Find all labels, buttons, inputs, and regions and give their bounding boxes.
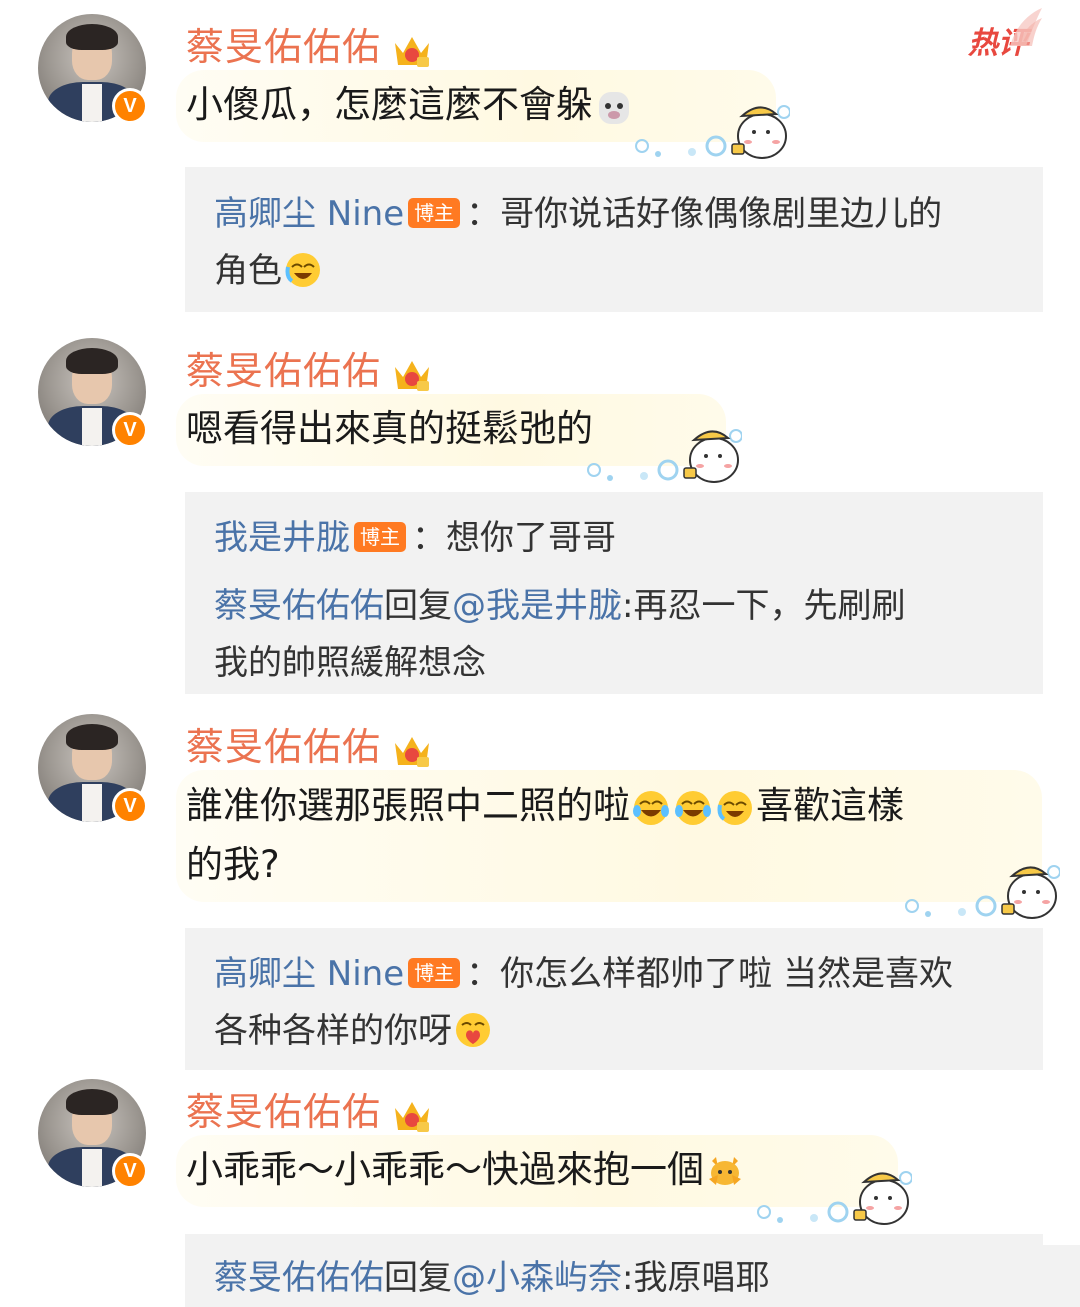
comment-text-line: 喜歡這樣 bbox=[756, 784, 904, 827]
verified-badge-icon: V bbox=[112, 412, 148, 448]
reply-author[interactable]: 高卿尘 Nine bbox=[214, 194, 404, 234]
reply-line: 高卿尘 Nine 博主 ：哥你说话好像偶像剧里边儿的 bbox=[214, 188, 942, 240]
reply-text: 我的帥照緩解想念 bbox=[214, 643, 486, 683]
crown-level-icon bbox=[391, 731, 433, 769]
tears-of-joy-emoji-icon bbox=[632, 786, 670, 825]
comment-username[interactable]: 蔡旻佑佑佑 bbox=[186, 16, 433, 71]
comment-username[interactable]: 蔡旻佑佑佑 bbox=[186, 1081, 433, 1136]
reply-text: ：哥你说话好像偶像剧里边儿的 bbox=[466, 194, 943, 234]
reply-text: ：想你了哥哥 bbox=[412, 518, 616, 558]
reply-text: :我原唱耶 bbox=[622, 1258, 770, 1298]
reply-word: 回复 bbox=[384, 1258, 452, 1298]
comment-text-line: 小傻瓜，怎麼這麼不會躲 bbox=[186, 83, 593, 126]
username-text[interactable]: 蔡旻佑佑佑 bbox=[186, 1090, 381, 1134]
reply-line: 角色 bbox=[214, 245, 324, 297]
username-text[interactable]: 蔡旻佑佑佑 bbox=[186, 349, 381, 393]
bubble-mascot-icon bbox=[905, 865, 1060, 919]
reply-author[interactable]: 高卿尘 Nine bbox=[214, 954, 404, 994]
verified-badge-icon: V bbox=[112, 1153, 148, 1189]
reply-line: 蔡旻佑佑佑回复@我是井胧:再忍一下，先刷刷 bbox=[214, 580, 905, 632]
comment-text-line: 小乖乖～小乖乖～快過來抱一個 bbox=[186, 1148, 704, 1191]
comment-username[interactable]: 蔡旻佑佑佑 bbox=[186, 340, 433, 395]
crown-level-icon bbox=[391, 355, 433, 393]
verified-badge-icon: V bbox=[112, 788, 148, 824]
reply-word: 回复 bbox=[384, 586, 452, 626]
laugh-cry-emoji-icon bbox=[716, 786, 754, 825]
username-text[interactable]: 蔡旻佑佑佑 bbox=[186, 25, 381, 69]
comment-username[interactable]: 蔡旻佑佑佑 bbox=[186, 716, 433, 771]
reply-text: :再忍一下，先刷刷 bbox=[622, 586, 906, 626]
blogger-badge: 博主 bbox=[408, 957, 461, 988]
reply-line: 蔡旻佑佑佑回复@小森屿奈:我原唱耶 bbox=[214, 1252, 769, 1304]
hot-decoration-icon bbox=[1010, 8, 1042, 46]
blur-overlay bbox=[820, 1245, 1080, 1307]
tears-of-joy-emoji-icon bbox=[674, 786, 712, 825]
crown-level-icon bbox=[391, 1096, 433, 1134]
reply-line: 我是井胧 博主 ：想你了哥哥 bbox=[214, 512, 616, 564]
reply-line: 我的帥照緩解想念 bbox=[214, 637, 486, 689]
comment-text-line: 誰准你選那張照中二照的啦 bbox=[186, 784, 630, 827]
reply-author[interactable]: 蔡旻佑佑佑 bbox=[214, 586, 384, 626]
laugh-cry-emoji-icon bbox=[284, 251, 322, 289]
heart-kiss-emoji-icon bbox=[454, 1011, 492, 1049]
username-text[interactable]: 蔡旻佑佑佑 bbox=[186, 725, 381, 769]
comment-text: 嗯看得出來真的挺鬆弛的 bbox=[186, 400, 593, 458]
mention-link[interactable]: @我是井胧 bbox=[452, 586, 622, 626]
comment-text: 的我? bbox=[186, 836, 280, 894]
comment-text-line: 的我? bbox=[186, 843, 280, 886]
comment-text: 小傻瓜，怎麼這麼不會躲 bbox=[186, 76, 635, 134]
bubble-mascot-icon bbox=[635, 105, 790, 159]
reply-line: 高卿尘 Nine 博主 ：你怎么样都帅了啦 当然是喜欢 bbox=[214, 948, 953, 1000]
reply-text: ：你怎么样都帅了啦 当然是喜欢 bbox=[466, 954, 953, 994]
comment-text: 誰准你選那張照中二照的啦 喜歡這樣 bbox=[186, 777, 904, 835]
blogger-badge: 博主 bbox=[354, 521, 406, 552]
hug-emoji-icon bbox=[706, 1150, 744, 1188]
verified-badge-icon: V bbox=[112, 88, 148, 124]
mention-link[interactable]: @小森屿奈 bbox=[452, 1258, 622, 1298]
reply-text: 角色 bbox=[214, 251, 282, 291]
bubble-mascot-icon bbox=[757, 1171, 912, 1225]
reply-author[interactable]: 蔡旻佑佑佑 bbox=[214, 1258, 384, 1298]
alpaca-emoji-icon bbox=[595, 85, 633, 124]
comment-text: 小乖乖～小乖乖～快過來抱一個 bbox=[186, 1141, 746, 1199]
blogger-badge: 博主 bbox=[408, 197, 461, 228]
reply-author[interactable]: 我是井胧 bbox=[214, 518, 350, 558]
comment-text-line: 嗯看得出來真的挺鬆弛的 bbox=[186, 407, 593, 450]
crown-level-icon bbox=[391, 31, 433, 69]
reply-text: 各种各样的你呀 bbox=[214, 1011, 452, 1051]
bubble-mascot-icon bbox=[587, 429, 742, 483]
reply-line: 各种各样的你呀 bbox=[214, 1005, 494, 1057]
